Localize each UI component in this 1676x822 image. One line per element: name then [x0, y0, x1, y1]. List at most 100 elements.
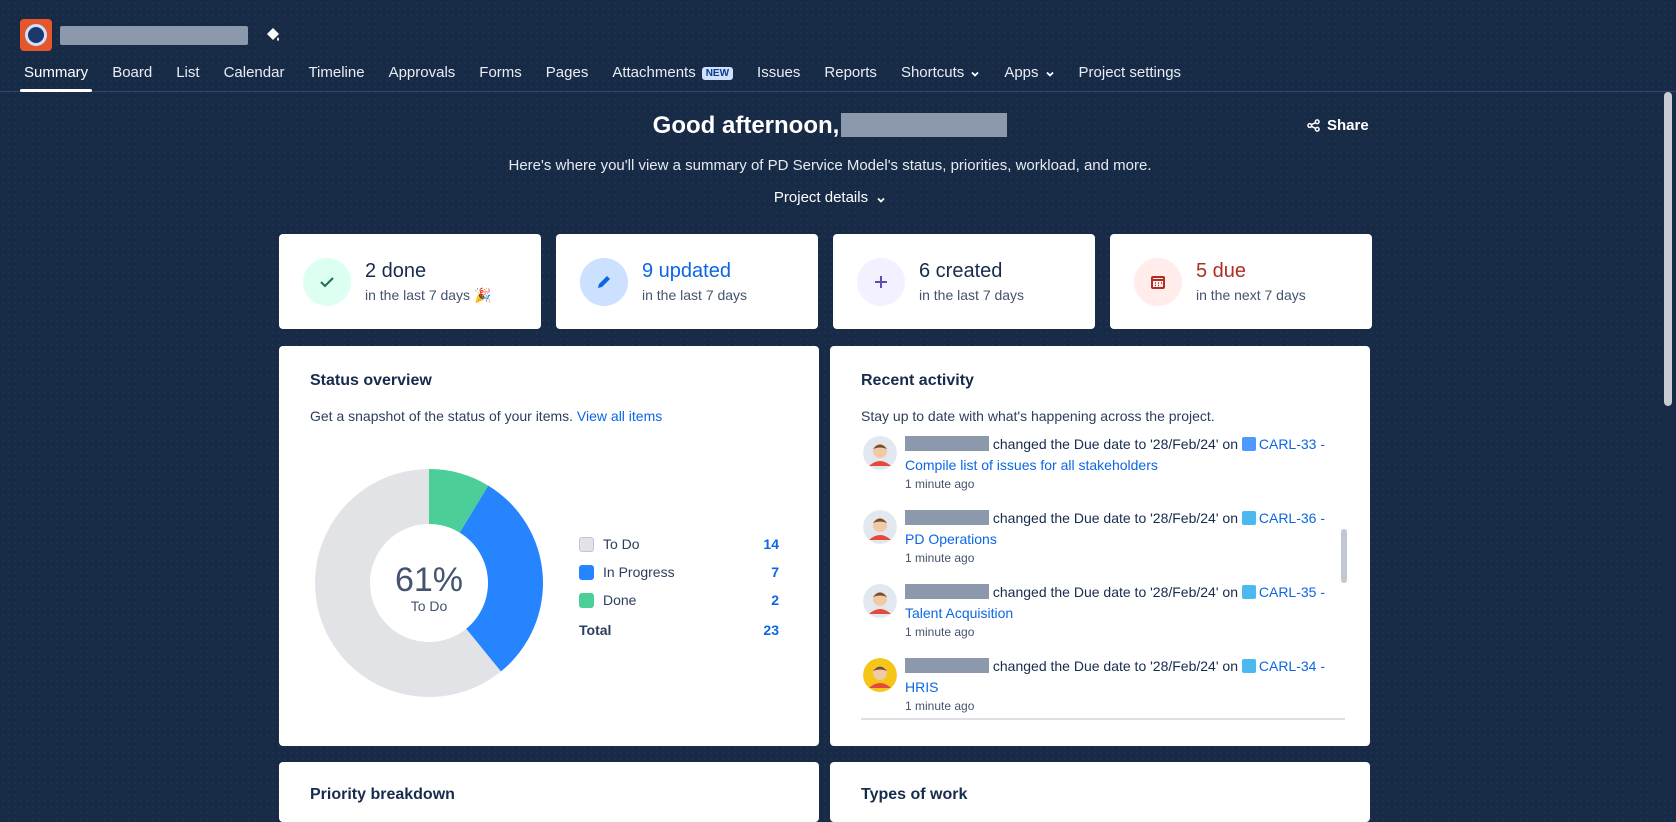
project-details-label: Project details	[773, 189, 869, 206]
project-nav-tabs: Summary Board List Calendar Timeline Approval…	[14, 58, 1195, 92]
tab-reports[interactable]: Reports	[814, 58, 887, 92]
user-avatar[interactable]	[863, 584, 897, 618]
greeting-text: Good afternoon,	[652, 112, 840, 139]
legend-count[interactable]: 14	[763, 536, 779, 552]
tab-label: Reports	[824, 64, 877, 81]
stat-icon-circle	[580, 257, 628, 306]
stat-caption: in the last 7 days	[919, 287, 1025, 303]
status-legend: To Do 14 In Progress 7 Done 2 Total 23	[579, 530, 779, 644]
stat-value[interactable]: 9 updated	[642, 260, 747, 283]
status-overview-title: Status overview	[310, 372, 432, 389]
user-name-redacted	[905, 436, 989, 451]
tab-attachments[interactable]: Attachments NEW	[602, 58, 743, 92]
stat-icon-circle	[303, 257, 351, 306]
stat-value[interactable]: 5 due	[1196, 260, 1306, 283]
tab-approvals[interactable]: Approvals	[379, 58, 466, 92]
tab-label: Issues	[757, 64, 801, 81]
tab-summary[interactable]: Summary	[14, 58, 98, 92]
stat-card[interactable]: 5 due in the next 7 days	[1110, 234, 1372, 329]
legend-count[interactable]: 2	[771, 592, 779, 608]
stat-text: 5 due in the next 7 days	[1196, 260, 1306, 303]
legend-swatch	[579, 564, 594, 580]
user-name-redacted	[905, 658, 989, 673]
legend-label: Done	[603, 592, 637, 608]
subtask-icon	[1241, 659, 1256, 673]
status-overview-card: Status overview Get a snapshot of the st…	[279, 346, 819, 746]
recent-activity-card: Recent activity Stay up to date with wha…	[830, 346, 1370, 746]
view-all-items-link[interactable]: View all items	[577, 408, 662, 424]
legend-row[interactable]: Done 2	[579, 586, 779, 614]
legend-label: To Do	[603, 536, 640, 552]
activity-action: changed the Due date to '28/Feb/24' on	[992, 658, 1238, 674]
user-name-redacted	[905, 584, 989, 599]
legend-row[interactable]: In Progress 7	[579, 558, 779, 586]
new-badge: NEW	[701, 67, 734, 80]
tab-label: Apps	[1004, 64, 1039, 81]
chevron-down-icon[interactable]	[970, 69, 980, 79]
tab-board[interactable]: Board	[102, 58, 162, 92]
project-avatar[interactable]	[20, 19, 52, 51]
stat-value[interactable]: 2 done	[365, 260, 491, 283]
stat-caption: in the next 7 days	[1196, 287, 1306, 303]
legend-label: In Progress	[603, 564, 675, 580]
stat-card[interactable]: 9 updated in the last 7 days	[556, 234, 818, 329]
activity-time: 1 minute ago	[905, 477, 975, 491]
user-avatar[interactable]	[863, 510, 897, 544]
stat-icon-circle	[857, 257, 905, 306]
stat-card[interactable]: 2 done in the last 7 days 🎉	[279, 234, 541, 329]
tab-list[interactable]: List	[166, 58, 209, 92]
calendar-icon	[1151, 275, 1165, 289]
tab-label: Approvals	[388, 64, 456, 81]
stat-caption: in the last 7 days 🎉	[365, 286, 492, 303]
tab-project-settings[interactable]: Project settings	[1069, 58, 1192, 92]
tab-shortcuts[interactable]: Shortcuts	[891, 58, 990, 92]
legend-total-value[interactable]: 23	[763, 622, 779, 638]
stat-card[interactable]: 6 created in the last 7 days	[833, 234, 1095, 329]
check-icon	[320, 276, 334, 287]
user-name-redacted	[905, 510, 989, 525]
project-details-toggle[interactable]: Project details	[0, 189, 1660, 206]
legend-swatch	[579, 536, 594, 552]
tab-label: Attachments	[612, 64, 696, 81]
legend-count[interactable]: 7	[771, 564, 779, 580]
stat-value[interactable]: 6 created	[919, 260, 1024, 283]
page-scrollbar-thumb[interactable]	[1664, 92, 1672, 406]
tab-calendar[interactable]: Calendar	[214, 58, 295, 92]
user-avatar[interactable]	[863, 658, 897, 692]
tab-timeline[interactable]: Timeline	[298, 58, 374, 92]
donut-center-pct: 61%	[395, 561, 463, 599]
donut-center-label: To Do	[411, 598, 448, 614]
chevron-down-icon[interactable]	[1045, 69, 1055, 79]
stat-text: 2 done in the last 7 days 🎉	[365, 260, 491, 304]
tab-label: Calendar	[223, 64, 285, 81]
tab-pages[interactable]: Pages	[536, 58, 599, 92]
share-icon	[1307, 119, 1320, 132]
share-label: Share	[1327, 117, 1369, 134]
pencil-icon	[598, 275, 610, 288]
activity-scrollbar[interactable]	[1340, 434, 1348, 720]
subtask-icon	[1241, 511, 1256, 525]
tab-issues[interactable]: Issues	[747, 58, 810, 92]
page-scrollbar[interactable]	[1660, 92, 1676, 795]
activity-feed[interactable]: changed the Due date to '28/Feb/24' on C…	[861, 434, 1345, 720]
tab-label: Summary	[24, 64, 89, 81]
paint-bucket-icon[interactable]	[264, 26, 282, 44]
activity-scrollbar-thumb[interactable]	[1341, 529, 1347, 583]
checkbox-icon	[1241, 437, 1256, 451]
tab-forms[interactable]: Forms	[469, 58, 532, 92]
activity-time: 1 minute ago	[905, 699, 975, 713]
legend-row[interactable]: To Do 14	[579, 530, 779, 558]
priority-breakdown-title: Priority breakdown	[310, 786, 455, 803]
stat-text: 9 updated in the last 7 days	[642, 260, 747, 303]
stat-icon-circle	[1134, 257, 1182, 306]
activity-action: changed the Due date to '28/Feb/24' on	[992, 510, 1238, 526]
user-avatar[interactable]	[863, 436, 897, 470]
tab-apps[interactable]: Apps	[994, 58, 1064, 92]
share-button[interactable]: Share	[1307, 117, 1369, 134]
legend-total-row: Total 23	[579, 616, 779, 644]
tab-label: Timeline	[308, 64, 365, 81]
greeting: Good afternoon,	[0, 112, 1660, 140]
project-name-redacted	[60, 26, 248, 45]
tab-label: Board	[112, 64, 153, 81]
priority-breakdown-card: Priority breakdown	[279, 762, 819, 822]
